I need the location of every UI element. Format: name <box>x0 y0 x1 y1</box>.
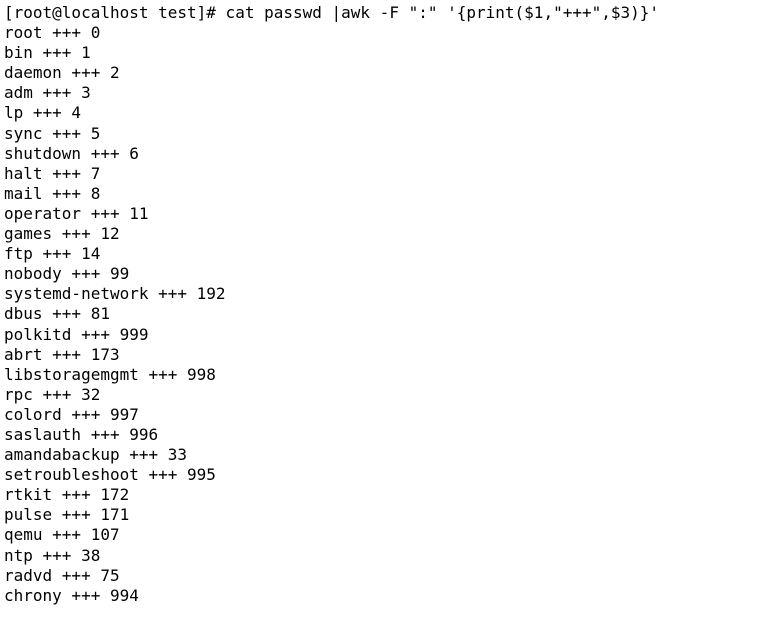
output-line: polkitd +++ 999 <box>4 324 149 344</box>
output-line: amandabackup +++ 33 <box>4 445 188 465</box>
output-line: root +++ 0 <box>4 23 101 43</box>
output-line: systemd-network +++ 192 <box>4 284 226 304</box>
command-output: root +++ 0 bin +++ 1 daemon +++ 2 adm +++ 3… <box>4 23 772 606</box>
output-line: operator +++ 11 <box>4 203 149 223</box>
output-line: pulse +++ 171 <box>4 505 130 525</box>
output-line: games +++ 12 <box>4 224 120 244</box>
terminal-window[interactable]: [root@localhost test]# cat passwd |awk -… <box>0 0 772 612</box>
output-line: ftp +++ 14 <box>4 244 101 264</box>
output-line: daemon +++ 2 <box>4 63 120 83</box>
output-line: shutdown +++ 6 <box>4 143 139 163</box>
output-line: libstoragemgmt +++ 998 <box>4 364 216 384</box>
output-line: setroubleshoot +++ 995 <box>4 465 216 485</box>
output-line: rtkit +++ 172 <box>4 485 130 505</box>
output-line: nobody +++ 99 <box>4 264 130 284</box>
command-line: [root@localhost test]# cat passwd |awk -… <box>4 3 660 22</box>
output-line: halt +++ 7 <box>4 163 101 183</box>
output-line: sync +++ 5 <box>4 123 101 143</box>
output-line: mail +++ 8 <box>4 183 101 203</box>
output-line: bin +++ 1 <box>4 43 91 63</box>
output-line: rpc +++ 32 <box>4 384 101 404</box>
output-line: chrony +++ 994 <box>4 585 139 605</box>
output-line: ntp +++ 38 <box>4 545 101 565</box>
output-line: abrt +++ 173 <box>4 344 120 364</box>
output-line: qemu +++ 107 <box>4 525 120 545</box>
output-line: dbus +++ 81 <box>4 304 110 324</box>
output-line: colord +++ 997 <box>4 404 139 424</box>
output-line: radvd +++ 75 <box>4 565 120 585</box>
output-line: adm +++ 3 <box>4 83 91 103</box>
output-line: saslauth +++ 996 <box>4 424 159 444</box>
output-line: lp +++ 4 <box>4 103 82 123</box>
